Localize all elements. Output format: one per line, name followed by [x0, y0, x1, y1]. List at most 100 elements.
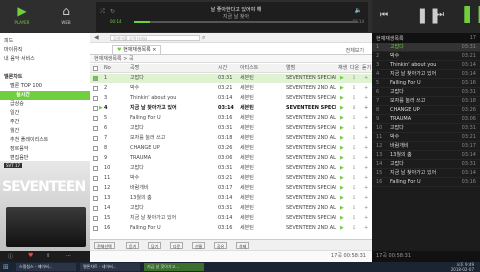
row-checkbox[interactable]: [93, 156, 98, 161]
header-artist[interactable]: 아티스트: [240, 64, 258, 73]
row-title[interactable]: TRAUMA: [130, 154, 216, 163]
right-list-item[interactable]: 9 TRAUMA 03:06: [372, 115, 480, 124]
menu-item[interactable]: 내 음악 서비스: [0, 55, 90, 64]
menu-item[interactable]: 급상승: [0, 100, 90, 109]
tab-close[interactable]: ×: [152, 47, 156, 53]
row-download-icon[interactable]: ⇩: [352, 134, 356, 143]
windows-icon[interactable]: ⊞: [3, 263, 9, 271]
header-down[interactable]: 다운: [350, 64, 359, 73]
row-checkbox[interactable]: [93, 226, 98, 231]
row-download-icon[interactable]: ⇩: [352, 164, 356, 173]
row-play-icon[interactable]: ▶: [340, 114, 344, 123]
row-download-icon[interactable]: ⇩: [352, 104, 356, 113]
table-row[interactable]: 1 고맙다03:31 세븐틴 SEVENTEEN SPECIAL ALBUM... ▶ ⇩…: [90, 74, 372, 83]
right-list-item[interactable]: 12 바람개비 03:17: [372, 142, 480, 151]
table-row[interactable]: 6 고맙다03:31 세븐틴 SEVENTEEN SPECIAL ALBUM... ▶ ⇩…: [90, 124, 372, 133]
table-row[interactable]: 16 Falling For U03:16 세븐틴 SEVENTEEN 2ND ALB…: [90, 224, 372, 233]
row-checkbox[interactable]: [93, 176, 98, 181]
row-title[interactable]: Thinkin' about you: [130, 94, 216, 103]
row-title[interactable]: Falling For U: [130, 224, 216, 233]
row-play-icon[interactable]: ▶: [340, 84, 344, 93]
bottom-button[interactable]: 선물: [192, 242, 206, 249]
row-play-icon[interactable]: ▶: [340, 94, 344, 103]
row-add-icon[interactable]: +: [364, 184, 368, 193]
row-download-icon[interactable]: ⇩: [352, 84, 356, 93]
repeat-icon[interactable]: ↻: [110, 8, 115, 15]
table-row[interactable]: ▶4지금 날 찾아가고 있어03:14세븐틴SEVENTEEN SPECIAL.…: [90, 104, 372, 113]
row-play-icon[interactable]: ▶: [340, 144, 344, 153]
row-download-icon[interactable]: ⇩: [352, 74, 356, 83]
row-checkbox[interactable]: [93, 166, 98, 171]
bottom-button[interactable]: 다운: [170, 242, 184, 249]
right-list-item[interactable]: 14 고맙다 03:31: [372, 160, 480, 169]
row-checkbox[interactable]: [93, 106, 98, 111]
table-row[interactable]: 7 모자를 눌러 쓰고03:18 세븐틴 SEVENTEEN 2ND ALBUM...…: [90, 134, 372, 143]
row-title[interactable]: 고맙다: [130, 124, 216, 133]
row-play-icon[interactable]: ▶: [340, 74, 344, 83]
right-list-item[interactable]: 8 CHANGE UP 03:26: [372, 106, 480, 115]
row-download-icon[interactable]: ⇩: [352, 204, 356, 213]
menu-item[interactable]: 마이뮤직: [0, 46, 90, 55]
table-row[interactable]: 11 박수03:21 세븐틴 SEVENTEEN 2ND ALBUM... ▶ ⇩ +: [90, 174, 372, 183]
menu-item[interactable]: 추천 플레이리스트: [0, 136, 90, 145]
menu-item[interactable]: 주간: [0, 118, 90, 127]
row-download-icon[interactable]: ⇩: [352, 194, 356, 203]
right-list-item[interactable]: 11 박수 03:21: [372, 133, 480, 142]
row-download-icon[interactable]: ⇩: [352, 224, 356, 233]
row-add-icon[interactable]: +: [364, 84, 368, 93]
row-add-icon[interactable]: +: [364, 194, 368, 203]
row-add-icon[interactable]: +: [364, 124, 368, 133]
row-download-icon[interactable]: ⇩: [352, 184, 356, 193]
bottom-button[interactable]: 전체선택: [94, 242, 115, 249]
row-checkbox[interactable]: [93, 206, 98, 211]
right-list-item[interactable]: 6 고맙다 03:31: [372, 88, 480, 97]
row-play-icon[interactable]: ▶: [340, 174, 344, 183]
heart-icon[interactable]: ♥: [28, 252, 33, 259]
row-download-icon[interactable]: ⇩: [352, 214, 356, 223]
row-checkbox[interactable]: [93, 96, 98, 101]
row-add-icon[interactable]: +: [364, 144, 368, 153]
row-add-icon[interactable]: +: [364, 214, 368, 223]
header-title[interactable]: 곡명: [130, 64, 139, 73]
row-title[interactable]: 박수: [130, 174, 216, 183]
menu-item[interactable]: 멜론 TOP 100: [0, 82, 90, 91]
info-icon[interactable]: ⓘ: [8, 253, 13, 260]
right-list-item[interactable]: 5 Falling For U 03:16: [372, 79, 480, 88]
row-play-icon[interactable]: ▶: [340, 194, 344, 203]
shuffle-icon[interactable]: ⤮: [100, 8, 105, 16]
next-icon[interactable]: ⏭: [436, 10, 444, 20]
right-list-item[interactable]: 13 13월의 춤 03:14: [372, 151, 480, 160]
row-play-icon[interactable]: ▶: [340, 164, 344, 173]
table-row[interactable]: 15 지금 날 찾아가고 있어 03:14 세븐틴 SEVENTEEN SPECIAL …: [90, 214, 372, 223]
row-title[interactable]: 지금 날 찾아가고 있어: [130, 104, 216, 113]
row-checkbox[interactable]: [93, 116, 98, 121]
row-title[interactable]: 바람개비: [130, 184, 216, 193]
search-input[interactable]: 검색어를 입력하세요: [110, 35, 200, 41]
table-row[interactable]: 3 Thinkin' about you 03:14 세븐틴 SEVENTEEN SPE…: [90, 94, 372, 103]
row-add-icon[interactable]: +: [364, 114, 368, 123]
menu-item[interactable]: 멜론차트: [0, 73, 90, 82]
header-no[interactable]: No: [104, 64, 111, 73]
row-checkbox[interactable]: [93, 126, 98, 131]
player-tab[interactable]: ▶ PLAYER: [10, 4, 34, 25]
row-title[interactable]: 고맙다: [130, 164, 216, 173]
menu-item[interactable]: 장르음악: [0, 145, 90, 154]
right-list-item[interactable]: 2 박수 03:21: [372, 52, 480, 61]
right-list-item[interactable]: 10 고맙다 03:31: [372, 124, 480, 133]
row-title[interactable]: 지금 날 찾아가고 있어: [130, 214, 216, 223]
row-download-icon[interactable]: ⇩: [352, 174, 356, 183]
bottom-button[interactable]: 담기: [148, 242, 162, 249]
header-play[interactable]: 재생: [338, 64, 347, 73]
row-add-icon[interactable]: +: [364, 104, 368, 113]
row-play-icon[interactable]: ▶: [340, 154, 344, 163]
menu-item[interactable]: 피드: [0, 37, 90, 46]
row-add-icon[interactable]: +: [364, 154, 368, 163]
more-icon[interactable]: ⋯: [66, 253, 71, 259]
sort-dropdown[interactable]: 전체보기: [346, 47, 364, 54]
bottom-button[interactable]: 삭제: [236, 242, 250, 249]
taskbar-item[interactable]: 멜론차트 - 네이버...: [80, 263, 140, 271]
row-title[interactable]: 모자를 눌러 쓰고: [130, 134, 216, 143]
row-add-icon[interactable]: +: [364, 134, 368, 143]
header-checkbox[interactable]: [93, 66, 98, 71]
bottom-button[interactable]: 듣기: [126, 242, 140, 249]
